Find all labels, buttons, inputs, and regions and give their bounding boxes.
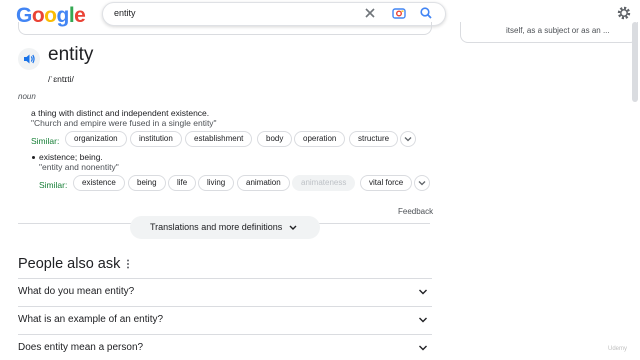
chevron-down-icon[interactable] [417,343,429,353]
similar-chip[interactable]: body [257,131,293,147]
chevron-down-icon [418,181,426,186]
feedback-link[interactable]: Feedback [398,207,433,216]
similar-chip[interactable]: being [128,175,166,191]
scrollbar[interactable] [632,22,638,102]
chevron-down-icon [289,225,297,230]
similar-chip[interactable]: structure [349,131,399,147]
question-item[interactable]: What is an example of an entity? [18,314,163,325]
search-icon[interactable] [419,6,433,20]
divider [18,306,432,307]
similar-chip-disabled: animateness [292,175,356,191]
divider [18,278,432,279]
question-item[interactable]: What do you mean entity? [18,286,134,297]
similar-chip[interactable]: living [198,175,235,191]
chevron-down-icon [404,137,412,142]
sense-1-similar-label: Similar: [31,136,60,146]
more-options-icon[interactable] [124,258,132,270]
sense-2-example: "entity and nonentity" [39,162,119,172]
sense-1-definition: a thing with distinct and independent ex… [31,108,210,118]
similar-chip[interactable]: organization [65,131,127,147]
part-of-speech: noun [18,92,36,101]
sense-1-example: "Church and empire were fused in a singl… [31,118,217,128]
similar-chip[interactable]: institution [130,131,182,147]
sense-2-definition: existence; being. [39,152,103,162]
dictionary-word: entity [48,44,94,65]
watermark: Udemy [608,346,628,352]
similar-chip[interactable]: vital force [360,175,413,191]
similar-chip[interactable]: operation [294,131,346,147]
similar-chip[interactable]: existence [73,175,125,191]
expand-similar-button[interactable] [400,131,416,147]
knowledge-panel-snippet: itself, as a subject or as an ... [506,26,610,35]
close-icon[interactable] [363,6,377,20]
sense-2-similar-label: Similar: [39,180,68,190]
phonetic-text: /ˈɛntɪti/ [48,74,74,84]
settings-gear-icon[interactable] [616,5,632,21]
chevron-down-icon[interactable] [417,315,429,325]
expand-similar-button[interactable] [414,175,430,191]
pronunciation-button[interactable] [18,48,40,70]
divider [18,334,432,335]
search-input[interactable]: entity [114,8,136,18]
bullet [32,156,35,159]
similar-chip[interactable]: animation [237,175,290,191]
question-item[interactable]: Does entity mean a person? [18,342,143,353]
similar-chip[interactable]: establishment [185,131,253,147]
camera-search-icon[interactable] [391,6,407,20]
similar-chip[interactable]: life [168,175,197,191]
people-also-ask-title: People also ask [18,256,121,272]
result-card-edge [18,22,432,35]
chevron-down-icon[interactable] [417,287,429,297]
speaker-icon [24,54,35,64]
translations-button-label[interactable]: Translations and more definitions [150,222,282,232]
